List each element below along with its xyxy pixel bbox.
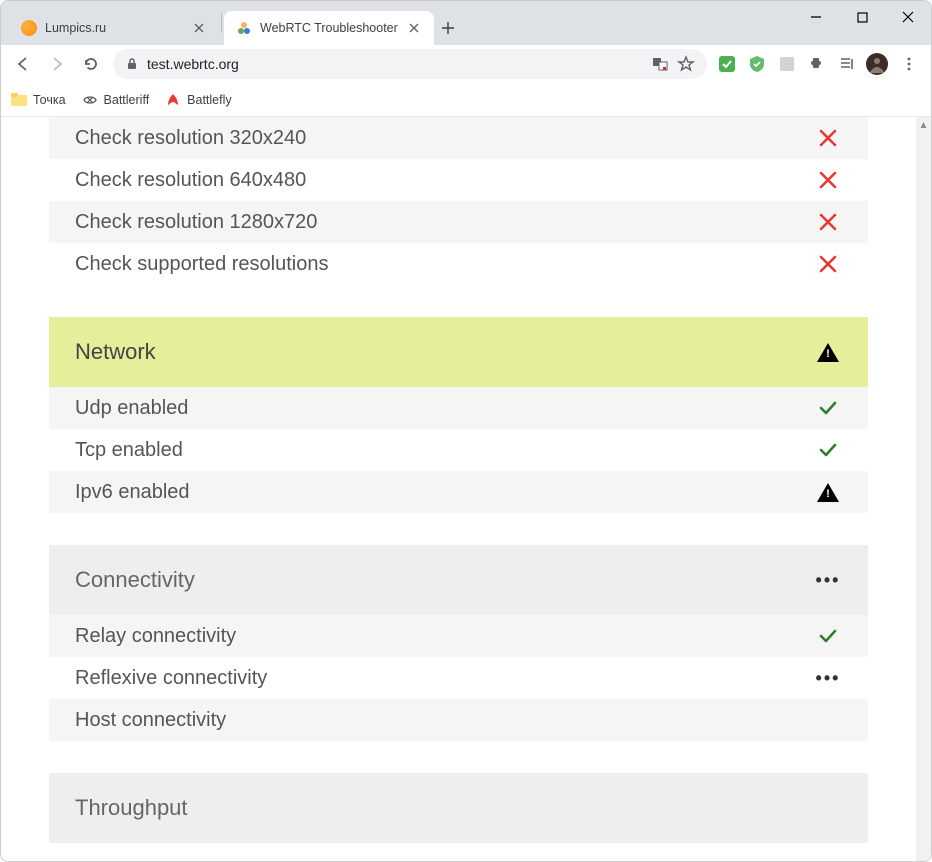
extension-gray-icon[interactable] bbox=[773, 50, 801, 78]
bookmark-label: Точка bbox=[33, 93, 66, 107]
test-status-icon: ••• bbox=[814, 664, 842, 692]
test-status-icon bbox=[814, 124, 842, 152]
section-header[interactable]: Network bbox=[49, 317, 868, 387]
address-bar[interactable]: test.webrtc.org bbox=[113, 49, 707, 79]
titlebar: Lumpics.ru WebRTC Troubleshooter bbox=[1, 1, 931, 45]
test-status-icon bbox=[814, 394, 842, 422]
reading-list-icon[interactable] bbox=[833, 50, 861, 78]
battleriff-icon bbox=[82, 92, 98, 108]
bookmark-label: Battleriff bbox=[104, 93, 150, 107]
favicon-webrtc-icon bbox=[236, 20, 252, 36]
test-label: Check resolution 320x240 bbox=[75, 127, 306, 150]
favicon-orange-icon bbox=[21, 20, 37, 36]
browser-window: Lumpics.ru WebRTC Troubleshooter bbox=[0, 0, 932, 862]
forward-button[interactable] bbox=[41, 48, 73, 80]
test-row[interactable]: Check supported resolutions bbox=[49, 243, 868, 285]
section-header[interactable]: Connectivity ••• bbox=[49, 545, 868, 615]
browser-menu-button[interactable] bbox=[893, 48, 925, 80]
star-icon[interactable] bbox=[677, 55, 695, 73]
viewport: Check resolution 320x240 Check resolution… bbox=[1, 117, 931, 861]
reload-button[interactable] bbox=[75, 48, 107, 80]
section-title: Network bbox=[75, 339, 156, 365]
test-label: Udp enabled bbox=[75, 397, 188, 420]
close-window-button[interactable] bbox=[885, 1, 931, 33]
page: Check resolution 320x240 Check resolution… bbox=[1, 117, 916, 843]
section-status-icon: ••• bbox=[814, 566, 842, 594]
test-label: Ipv6 enabled bbox=[75, 481, 190, 504]
test-row[interactable]: Check resolution 640x480 bbox=[49, 159, 868, 201]
battlefly-icon bbox=[165, 92, 181, 108]
profile-avatar[interactable] bbox=[863, 50, 891, 78]
section-network: Network Udp enabled Tcp enabled Ipv6 enable… bbox=[49, 317, 868, 513]
test-label: Host connectivity bbox=[75, 709, 226, 732]
test-row[interactable]: Check resolution 320x240 bbox=[49, 117, 868, 159]
window-controls bbox=[793, 1, 931, 45]
tab-lumpics[interactable]: Lumpics.ru bbox=[9, 11, 219, 45]
test-status-icon bbox=[814, 250, 842, 278]
test-status-icon bbox=[814, 436, 842, 464]
test-status-icon bbox=[814, 208, 842, 236]
tab-strip: Lumpics.ru WebRTC Troubleshooter bbox=[1, 1, 793, 45]
section-title: Connectivity bbox=[75, 567, 195, 593]
test-row[interactable]: Reflexive connectivity ••• bbox=[49, 657, 868, 699]
new-tab-button[interactable] bbox=[434, 14, 462, 42]
test-row[interactable]: Check resolution 1280x720 bbox=[49, 201, 868, 243]
tab-title: WebRTC Troubleshooter bbox=[260, 21, 398, 35]
section-status-icon bbox=[814, 338, 842, 366]
bookmark-battleriff[interactable]: Battleriff bbox=[82, 92, 150, 108]
minimize-button[interactable] bbox=[793, 1, 839, 33]
section-title: Throughput bbox=[75, 795, 188, 821]
section-header[interactable]: Throughput bbox=[49, 773, 868, 843]
test-label: Reflexive connectivity bbox=[75, 667, 267, 690]
test-row[interactable]: Tcp enabled bbox=[49, 429, 868, 471]
section-throughput: Throughput bbox=[49, 773, 868, 843]
test-status-icon bbox=[814, 166, 842, 194]
test-row[interactable]: Ipv6 enabled bbox=[49, 471, 868, 513]
lock-icon bbox=[125, 57, 139, 71]
toolbar: test.webrtc.org bbox=[1, 45, 931, 83]
test-status-icon bbox=[814, 706, 842, 734]
vertical-scrollbar[interactable]: ▲ bbox=[916, 117, 931, 861]
bookmarks-bar: Точка Battleriff Battlefly bbox=[1, 83, 931, 117]
scroll-up-icon[interactable]: ▲ bbox=[916, 117, 931, 133]
extension-adguard-icon[interactable] bbox=[713, 50, 741, 78]
tab-title: Lumpics.ru bbox=[45, 21, 183, 35]
bookmark-tochka[interactable]: Точка bbox=[11, 92, 66, 108]
url-text: test.webrtc.org bbox=[147, 56, 239, 72]
test-status-icon bbox=[814, 478, 842, 506]
test-row[interactable]: Udp enabled bbox=[49, 387, 868, 429]
test-status-icon bbox=[814, 622, 842, 650]
tab-webrtc[interactable]: WebRTC Troubleshooter bbox=[224, 11, 434, 45]
extension-shield-icon[interactable] bbox=[743, 50, 771, 78]
tab-separator bbox=[221, 13, 222, 33]
test-row[interactable]: Host connectivity bbox=[49, 699, 868, 741]
extensions-puzzle-icon[interactable] bbox=[803, 50, 831, 78]
test-label: Tcp enabled bbox=[75, 439, 183, 462]
test-label: Relay connectivity bbox=[75, 625, 236, 648]
section-status-icon bbox=[814, 794, 842, 822]
section-camera-partial: Check resolution 320x240 Check resolution… bbox=[49, 117, 868, 285]
section-connectivity: Connectivity ••• Relay connectivity Reflexi… bbox=[49, 545, 868, 741]
folder-icon bbox=[11, 92, 27, 108]
page-scroll-area: Check resolution 320x240 Check resolution… bbox=[1, 117, 916, 861]
bookmark-battlefly[interactable]: Battlefly bbox=[165, 92, 231, 108]
close-icon[interactable] bbox=[406, 20, 422, 36]
test-label: Check supported resolutions bbox=[75, 253, 328, 276]
test-label: Check resolution 1280x720 bbox=[75, 211, 317, 234]
translate-icon[interactable] bbox=[651, 55, 669, 73]
maximize-button[interactable] bbox=[839, 1, 885, 33]
test-label: Check resolution 640x480 bbox=[75, 169, 306, 192]
test-row[interactable]: Relay connectivity bbox=[49, 615, 868, 657]
back-button[interactable] bbox=[7, 48, 39, 80]
bookmark-label: Battlefly bbox=[187, 93, 231, 107]
close-icon[interactable] bbox=[191, 20, 207, 36]
